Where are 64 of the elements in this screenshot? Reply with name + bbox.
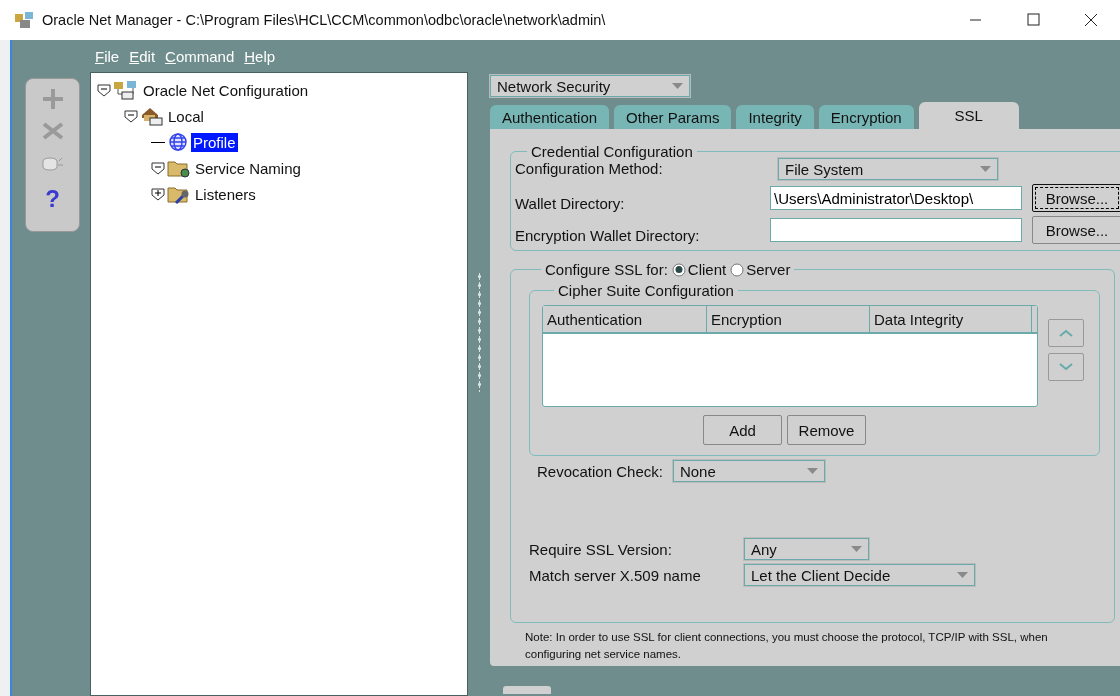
browse-button[interactable]: Browse... (1032, 216, 1120, 244)
network-icon (113, 80, 139, 100)
caret-icon (672, 83, 683, 89)
splitter-handle[interactable] (477, 272, 481, 392)
globe-icon (167, 132, 189, 152)
menu-item[interactable]: Help (244, 47, 276, 65)
method-dropdown[interactable]: File System (778, 158, 998, 180)
app-icon (14, 11, 34, 29)
field-label: Configuration Method: (515, 159, 663, 177)
caret-icon (806, 468, 818, 474)
tab[interactable]: SSL (918, 102, 1019, 129)
group-title: Configure SSL for: (545, 261, 668, 278)
action-button[interactable]: Remove (787, 415, 866, 445)
folder-icon (167, 158, 191, 178)
column-header[interactable]: Authentication (543, 306, 707, 332)
group-title: Credential Configuration (530, 143, 694, 160)
view-dropdown[interactable]: Network Security (490, 75, 690, 97)
menu-item[interactable]: Edit (129, 47, 156, 65)
house-icon (140, 106, 164, 126)
expand-toggle[interactable] (151, 187, 165, 201)
tree-item[interactable]: Local (166, 106, 206, 126)
move-down-button[interactable] (1048, 353, 1084, 381)
radio-icon[interactable] (730, 262, 745, 277)
tab[interactable]: Authentication (490, 105, 610, 129)
column-header[interactable]: Data Integrity (870, 306, 1032, 332)
note-text: Note: In order to use SSL for client connections, you must choose the protocol, TCP/IP with SSL, when configuring net service names. (525, 630, 1049, 662)
caret-icon (957, 572, 968, 578)
field-label: Encryption Wallet Directory: (515, 227, 701, 244)
radio-option[interactable]: Client (671, 261, 727, 278)
folder-key-icon (167, 184, 191, 204)
column-header[interactable]: Encryption (707, 306, 870, 332)
action-button[interactable]: Add (703, 415, 782, 445)
field-label: Require SSL Version: (529, 540, 673, 558)
field-label: Match server X.509 name (529, 566, 702, 584)
browse-button[interactable]: Browse... (1032, 184, 1120, 212)
tree-item[interactable]: Service Naming (193, 158, 303, 178)
move-up-button[interactable] (1048, 319, 1084, 347)
collapse-toggle[interactable] (97, 83, 111, 97)
chevron-down-icon (1058, 362, 1074, 372)
tab[interactable]: Integrity (736, 105, 814, 129)
menu-item[interactable]: Command (165, 47, 235, 65)
caret-icon (851, 546, 862, 552)
tab[interactable]: Encryption (818, 105, 914, 129)
collapse-toggle[interactable] (151, 161, 165, 175)
caret-icon (980, 166, 991, 172)
input-field[interactable] (770, 218, 1022, 242)
group-title: Cipher Suite Configuration (557, 282, 735, 299)
match-dropdown[interactable]: Let the Client Decide (744, 564, 975, 586)
tree-item[interactable]: Listeners (193, 184, 258, 204)
tree-item[interactable]: Oracle Net Configuration (141, 80, 311, 100)
menu-item[interactable]: File (95, 47, 120, 65)
revocation-dropdown[interactable]: None (672, 460, 825, 482)
tree-item[interactable]: Profile (191, 132, 238, 152)
version-dropdown[interactable]: Any (744, 538, 869, 560)
radio-icon[interactable] (671, 262, 686, 277)
collapse-toggle[interactable] (124, 109, 138, 123)
chevron-up-icon (1058, 328, 1074, 338)
field-label: Wallet Directory: (515, 195, 626, 212)
tab[interactable]: Other Params (614, 105, 732, 129)
input-field[interactable]: \Users\Administrator\Desktop\ (770, 186, 1022, 210)
help-icon[interactable]: ? (45, 185, 60, 213)
window-title: Oracle Net Manager - C:\Program Files\HCL\CCM\common\odbc\oracle\network\admin\ (42, 12, 607, 28)
field-label: Revocation Check: (537, 462, 663, 480)
radio-option[interactable]: Server (730, 261, 791, 278)
